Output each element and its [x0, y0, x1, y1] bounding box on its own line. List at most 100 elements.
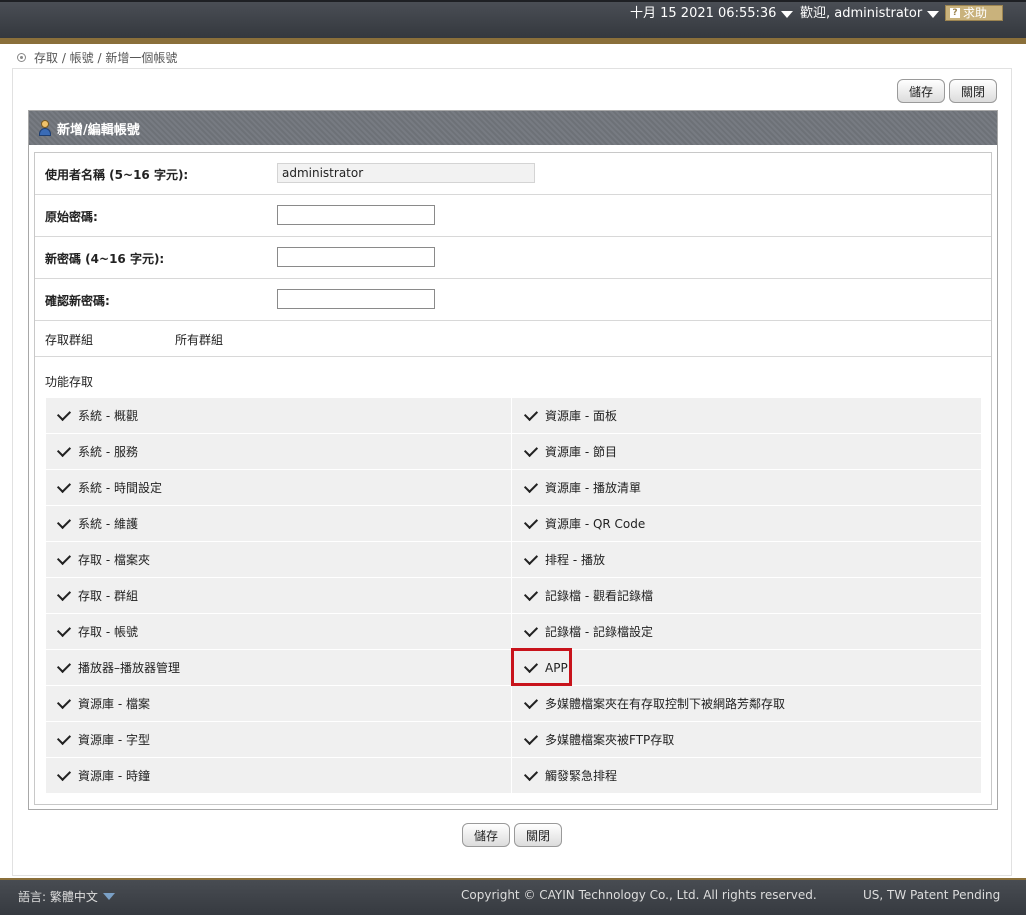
- function-item[interactable]: 播放器–播放器管理: [46, 650, 512, 685]
- function-item[interactable]: 多媒體檔案夾在有存取控制下被網路芳鄰存取: [513, 686, 981, 721]
- help-icon: ?: [950, 8, 960, 18]
- function-item[interactable]: 資源庫 - 節目: [513, 434, 981, 469]
- function-label: 播放器–播放器管理: [78, 661, 181, 675]
- username-field[interactable]: [277, 163, 535, 183]
- checkmark-icon: [523, 766, 539, 782]
- bullet-icon: [17, 52, 26, 62]
- function-item[interactable]: 資源庫 - 字型: [46, 722, 512, 757]
- function-row: 資源庫 - 檔案 多媒體檔案夾在有存取控制下被網路芳鄰存取: [46, 686, 981, 722]
- function-item[interactable]: 系統 - 時間設定: [46, 470, 512, 505]
- checkmark-icon: [56, 766, 72, 782]
- function-item[interactable]: 系統 - 維護: [46, 506, 512, 541]
- function-item[interactable]: 觸發緊急排程: [513, 758, 981, 793]
- checkmark-icon: [56, 478, 72, 494]
- function-label: 存取 - 檔案夾: [78, 553, 150, 567]
- account-edit-dialog: 新增/編輯帳號 使用者名稱 (5~16 字元): 原始密碼: 新密碼 (4~16…: [28, 110, 998, 810]
- datetime-dropdown[interactable]: 十月 15 2021 06:55:36: [630, 5, 794, 23]
- function-label: 記錄檔 - 觀看記錄檔: [545, 589, 653, 603]
- access-group-label: 存取群組: [45, 333, 94, 347]
- function-row: 存取 - 群組 記錄檔 - 觀看記錄檔: [46, 578, 981, 614]
- function-label: 記錄檔 - 記錄檔設定: [545, 625, 653, 639]
- save-button-bottom[interactable]: 儲存: [462, 823, 510, 847]
- close-button-top[interactable]: 關閉: [949, 79, 997, 103]
- checkmark-icon: [523, 442, 539, 458]
- function-label: 觸發緊急排程: [545, 769, 618, 783]
- function-item[interactable]: 資源庫 - 面板: [513, 398, 981, 433]
- function-label: 多媒體檔案夾在有存取控制下被網路芳鄰存取: [545, 697, 786, 711]
- checkmark-icon: [56, 550, 72, 566]
- language-selector[interactable]: 語言: 繁體中文: [18, 888, 115, 905]
- function-item[interactable]: 存取 - 帳號: [46, 614, 512, 649]
- checkmark-icon: [56, 622, 72, 638]
- checkmark-icon: [523, 658, 539, 674]
- orig-password-field[interactable]: [277, 205, 435, 225]
- checkmark-icon: [56, 658, 72, 674]
- function-item[interactable]: 系統 - 服務: [46, 434, 512, 469]
- function-item[interactable]: 系統 - 概觀: [46, 398, 512, 433]
- function-row: 存取 - 帳號 記錄檔 - 記錄檔設定: [46, 614, 981, 650]
- help-label: 求助: [963, 6, 988, 20]
- breadcrumb-text: 存取 / 帳號 / 新增一個帳號: [34, 50, 178, 65]
- function-label: 資源庫 - 面板: [545, 409, 617, 423]
- access-group-value: 所有群組: [175, 333, 224, 347]
- function-item[interactable]: APP: [513, 650, 981, 685]
- username-label: 使用者名稱 (5~16 字元):: [45, 168, 189, 182]
- dialog-title: 新增/編輯帳號: [57, 122, 140, 138]
- save-button-top[interactable]: 儲存: [897, 79, 945, 103]
- function-label: 資源庫 - 播放清單: [545, 481, 641, 495]
- function-label: 存取 - 群組: [78, 589, 138, 603]
- confirm-password-row: 確認新密碼:: [35, 279, 991, 321]
- function-item[interactable]: 多媒體檔案夾被FTP存取: [513, 722, 981, 757]
- function-row: 系統 - 概觀 資源庫 - 面板: [46, 398, 981, 434]
- access-group-row: 存取群組 所有群組: [35, 321, 991, 357]
- user-menu-dropdown[interactable]: 歡迎, administrator: [800, 5, 940, 23]
- function-label: 排程 - 播放: [545, 553, 605, 567]
- orig-password-row: 原始密碼:: [35, 195, 991, 237]
- function-row: 系統 - 維護 資源庫 - QR Code: [46, 506, 981, 542]
- username-row: 使用者名稱 (5~16 字元):: [35, 153, 991, 195]
- checkmark-icon: [56, 442, 72, 458]
- checkmark-icon: [56, 406, 72, 422]
- confirm-password-field[interactable]: [277, 289, 435, 309]
- user-icon: [38, 120, 52, 136]
- function-row: 播放器–播放器管理 APP: [46, 650, 981, 686]
- function-label: 資源庫 - 檔案: [78, 697, 150, 711]
- function-label: 存取 - 帳號: [78, 625, 138, 639]
- function-item[interactable]: 資源庫 - 時鐘: [46, 758, 512, 793]
- function-item[interactable]: 資源庫 - 播放清單: [513, 470, 981, 505]
- language-label: 語言: 繁體中文: [18, 890, 98, 904]
- footer: 語言: 繁體中文 Copyright © CAYIN Technology Co…: [0, 878, 1026, 915]
- chevron-down-icon: [927, 10, 940, 18]
- function-access-label: 功能存取: [45, 375, 94, 389]
- dialog-content: 使用者名稱 (5~16 字元): 原始密碼: 新密碼 (4~16 字元): 確認…: [34, 152, 992, 805]
- patent-text: US, TW Patent Pending: [863, 888, 1001, 902]
- checkmark-icon: [523, 550, 539, 566]
- function-row: 系統 - 服務 資源庫 - 節目: [46, 434, 981, 470]
- checkmark-icon: [523, 694, 539, 710]
- function-item[interactable]: 存取 - 檔案夾: [46, 542, 512, 577]
- help-button[interactable]: ? 求助: [945, 5, 1003, 21]
- checkmark-icon: [523, 478, 539, 494]
- function-label: 系統 - 時間設定: [78, 481, 162, 495]
- function-label: 資源庫 - QR Code: [545, 517, 646, 531]
- new-password-field[interactable]: [277, 247, 435, 267]
- checkmark-icon: [523, 514, 539, 530]
- function-item[interactable]: 存取 - 群組: [46, 578, 512, 613]
- function-item[interactable]: 記錄檔 - 觀看記錄檔: [513, 578, 981, 613]
- function-row: 系統 - 時間設定 資源庫 - 播放清單: [46, 470, 981, 506]
- function-row: 資源庫 - 時鐘 觸發緊急排程: [46, 758, 981, 794]
- function-item[interactable]: 記錄檔 - 記錄檔設定: [513, 614, 981, 649]
- copyright-text: Copyright © CAYIN Technology Co., Ltd. A…: [461, 888, 817, 902]
- checkmark-icon: [56, 586, 72, 602]
- welcome-text: 歡迎, administrator: [800, 6, 923, 21]
- function-label: APP: [545, 660, 568, 675]
- function-row: 存取 - 檔案夾 排程 - 播放: [46, 542, 981, 578]
- close-button-bottom[interactable]: 關閉: [514, 823, 562, 847]
- function-item[interactable]: 資源庫 - QR Code: [513, 506, 981, 541]
- function-label: 系統 - 概觀: [78, 409, 138, 423]
- datetime-text: 十月 15 2021 06:55:36: [630, 6, 777, 21]
- orig-password-label: 原始密碼:: [45, 210, 98, 224]
- checkmark-icon: [523, 622, 539, 638]
- function-item[interactable]: 資源庫 - 檔案: [46, 686, 512, 721]
- function-item[interactable]: 排程 - 播放: [513, 542, 981, 577]
